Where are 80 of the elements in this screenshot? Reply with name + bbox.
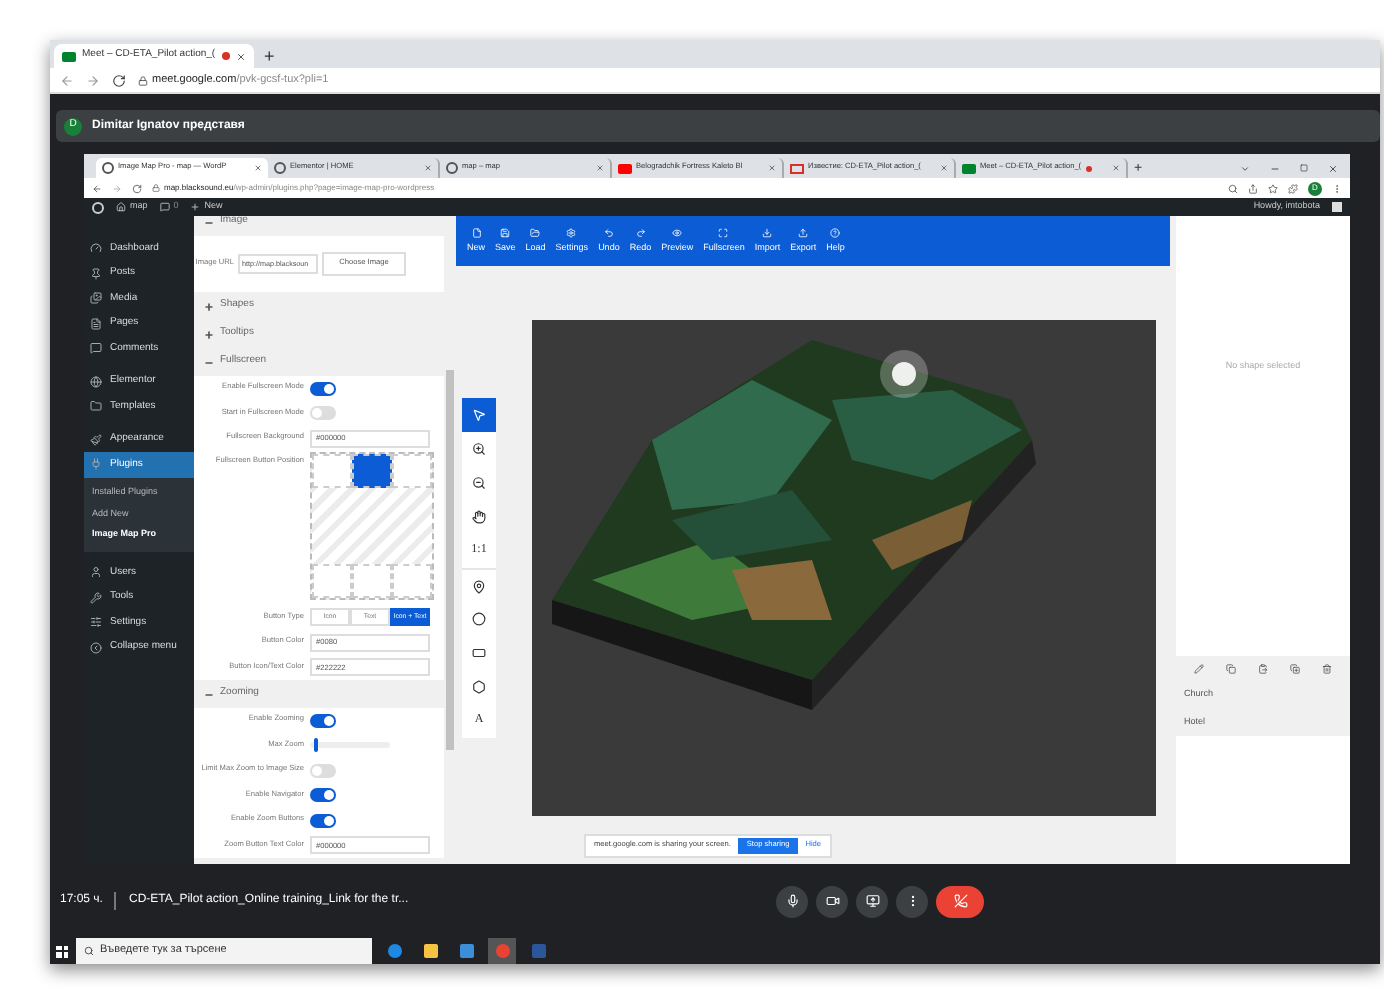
plus-icon (204, 301, 214, 311)
hand-icon (472, 510, 486, 524)
zoom-in-icon (472, 442, 486, 456)
slider-thumb[interactable] (313, 738, 318, 753)
toggle-switch[interactable] (310, 713, 336, 728)
comment-icon (90, 342, 102, 355)
windows-icon[interactable] (56, 945, 68, 957)
circle-icon (472, 612, 486, 626)
puzzle-icon[interactable] (1288, 183, 1298, 193)
duplicate-icon[interactable] (1290, 663, 1301, 673)
file-icon (471, 227, 481, 238)
gauge-icon (90, 242, 102, 255)
home-icon[interactable] (116, 202, 126, 212)
maximize-icon[interactable] (1300, 164, 1308, 172)
chevron-icon[interactable] (1240, 163, 1250, 173)
microphone-icon (785, 894, 800, 908)
zoom-out-icon (472, 476, 486, 490)
wrench-icon (90, 591, 102, 604)
maximize-icon (718, 227, 729, 238)
eye-icon (672, 227, 683, 238)
minus-icon (204, 217, 214, 227)
user-icon (90, 566, 102, 579)
download-icon (762, 227, 773, 238)
paste-icon[interactable] (1257, 663, 1268, 673)
plug-icon (90, 458, 102, 471)
collapse-icon (90, 641, 102, 654)
redo-icon (635, 227, 646, 238)
plus-icon[interactable] (190, 202, 201, 212)
position-cell[interactable] (312, 453, 352, 487)
position-cell[interactable] (352, 563, 392, 597)
reload-icon[interactable] (112, 73, 126, 87)
images-icon (90, 292, 102, 305)
position-cell[interactable] (392, 453, 432, 487)
trash-icon[interactable] (1322, 663, 1333, 673)
toggle-switch[interactable] (310, 813, 336, 828)
sliders-icon (90, 616, 102, 629)
position-cell[interactable] (352, 453, 392, 487)
microphone-button[interactable] (776, 885, 809, 917)
hang-up-button[interactable] (936, 885, 985, 917)
minus-icon (204, 357, 214, 367)
minimize-icon[interactable] (1270, 163, 1280, 173)
lock-icon (138, 75, 148, 85)
star-icon[interactable] (1268, 183, 1278, 193)
forward-icon[interactable] (86, 73, 100, 87)
polygon-icon (472, 680, 486, 694)
minus-icon (204, 689, 214, 699)
page-icon (90, 317, 102, 330)
pin-icon (90, 267, 102, 280)
search-icon (84, 946, 94, 956)
settings-icon (566, 227, 577, 238)
new-tab-button[interactable]: + (264, 46, 275, 66)
camera-button[interactable] (816, 885, 849, 917)
pencil-icon[interactable] (1193, 663, 1204, 673)
brush-icon (90, 433, 102, 446)
upload-icon (798, 227, 809, 238)
rectangle-icon (472, 646, 486, 660)
undo-icon (603, 227, 614, 238)
save-icon (500, 227, 511, 238)
position-cell[interactable] (392, 563, 432, 597)
toggle-switch[interactable] (310, 381, 336, 396)
scrollbar-thumb[interactable] (446, 370, 454, 750)
position-cell[interactable] (312, 563, 352, 597)
back-icon[interactable] (92, 183, 102, 193)
share-icon[interactable] (1248, 183, 1258, 193)
reload-icon[interactable] (132, 183, 142, 193)
back-icon[interactable] (60, 73, 74, 87)
toggle-switch[interactable] (310, 763, 336, 778)
present-screen-icon (865, 894, 880, 908)
pointer-icon (472, 408, 486, 422)
toggle-switch[interactable] (310, 788, 336, 803)
present-button[interactable] (856, 885, 889, 917)
hang-up-icon (953, 894, 968, 908)
comment-icon[interactable] (159, 202, 170, 212)
lock-icon (152, 184, 160, 192)
copy-icon[interactable] (1225, 663, 1236, 673)
toggle-switch[interactable] (310, 406, 336, 421)
search-icon[interactable] (1228, 183, 1238, 193)
plus-icon (204, 329, 214, 339)
pin-icon (472, 579, 486, 593)
help-icon (830, 227, 841, 238)
